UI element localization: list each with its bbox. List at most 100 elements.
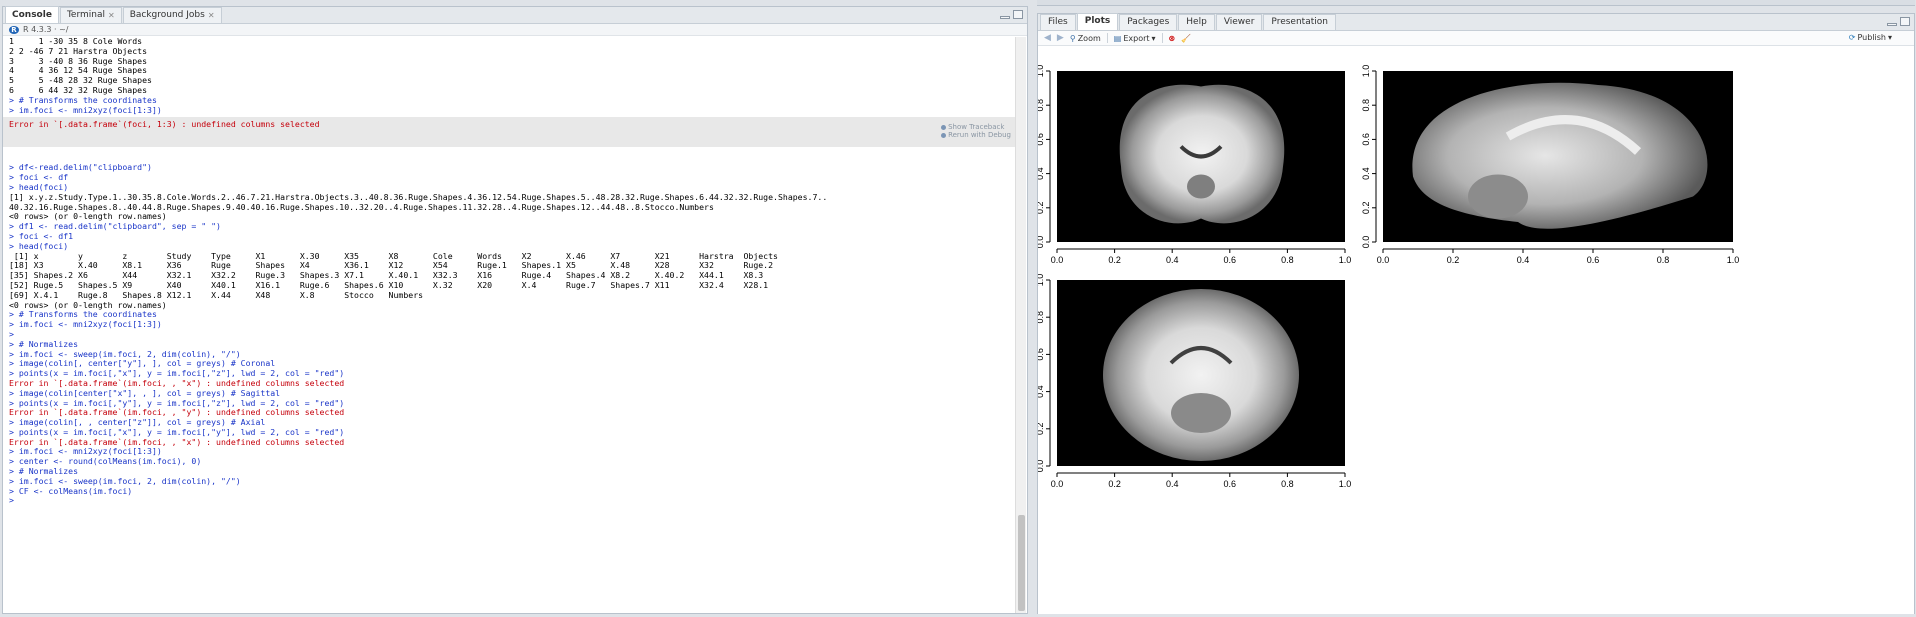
minimize-icon[interactable]: [1000, 16, 1010, 19]
scrollbar-thumb[interactable]: [1018, 515, 1025, 611]
sagittal-y-tick-label: 0.0: [1361, 236, 1371, 249]
coronal-x-tick-label: 0.4: [1166, 255, 1179, 265]
axial-x-tick-label: 0.4: [1166, 479, 1179, 489]
console-lines-top: 1 1 -30 35 8 Cole Words 2 2 -46 7 21 Hars…: [9, 37, 1015, 115]
plots-tabbar: Files Plots Packages Help Viewer Present…: [1038, 13, 1914, 31]
coronal-y-tick-label: 0.2: [1038, 202, 1045, 215]
axial-x-tick-label: 0.6: [1224, 479, 1237, 489]
tab-console[interactable]: Console: [5, 6, 59, 23]
sagittal-y-tick-label: 0.6: [1361, 133, 1371, 146]
axial-x-tick-label: 0.8: [1281, 479, 1294, 489]
maximize-icon[interactable]: [1900, 17, 1910, 26]
rerun-debug-link[interactable]: Rerun with Debug: [941, 131, 1011, 139]
console-output[interactable]: 1 1 -30 35 8 Cole Words 2 2 -46 7 21 Hars…: [3, 37, 1015, 613]
axial-x-tick-label: 0.2: [1108, 479, 1121, 489]
tab-files[interactable]: Files: [1040, 14, 1076, 30]
maximize-icon[interactable]: [1013, 10, 1023, 19]
tab-presentation[interactable]: Presentation: [1263, 14, 1336, 30]
traceback-icon: [941, 124, 947, 130]
plots-toolbar: ◀ ▶ ⚲ Zoom ▤ Export ▾ ⊗ 🧹 ⟳ Publish ▾: [1038, 31, 1914, 46]
console-command-line: > im.foci <- mni2xyz(foci[1:3]): [9, 319, 162, 330]
back-arrow-icon[interactable]: ◀: [1044, 33, 1051, 43]
coronal-x-tick-label: 1.0: [1339, 255, 1352, 265]
cerebellum: [1468, 174, 1528, 219]
coronal-y-tick-label: 0.0: [1038, 236, 1045, 249]
tab-plots[interactable]: Plots: [1076, 13, 1119, 30]
zoom-button[interactable]: ⚲ Zoom: [1070, 34, 1101, 43]
separator: [1106, 33, 1108, 43]
plots-svg: 0.0 0.2 0.4 0.6 0.8 1.0 0.0 0.2 0.4 0.6 0.8 1.0 0.0 0…: [1035, 65, 1739, 489]
publish-label: Publish: [1857, 33, 1886, 42]
console-output-line: <0 rows> (or 0-length row.names): [9, 299, 167, 310]
minimize-icon[interactable]: [1887, 23, 1897, 26]
sagittal-x-tick-label: 0.8: [1657, 255, 1670, 265]
forward-arrow-icon[interactable]: ▶: [1057, 33, 1064, 43]
chevron-down-icon: ▾: [1887, 33, 1892, 42]
export-button[interactable]: ▤ Export ▾: [1114, 34, 1156, 43]
r-version: R 4.3.3 · ~/: [23, 25, 69, 34]
axial-y-tick-label: 0.0: [1038, 460, 1045, 473]
console-command-line: > im.foci <- sweep(im.foci, 2, dim(colin…: [9, 475, 241, 486]
axial-y-tick-label: 1.0: [1038, 274, 1045, 287]
zoom-icon: ⚲: [1069, 33, 1076, 43]
rerun-debug-label: Rerun with Debug: [948, 131, 1011, 140]
console-command-line: >: [9, 328, 14, 339]
traceback-links: Show Traceback Rerun with Debug: [941, 123, 1011, 139]
coronal-y-tick-label: 0.8: [1038, 99, 1045, 112]
sagittal-x-tick-label: 0.2: [1447, 255, 1460, 265]
zoom-label: Zoom: [1077, 33, 1101, 43]
console-output-line: 1 1 -30 35 8 Cole Words: [9, 37, 143, 46]
console-subbar: R R 4.3.3 · ~/: [3, 24, 1027, 36]
coronal-x-tick-label: 0.6: [1224, 255, 1237, 265]
remove-plot-icon[interactable]: ⊗: [1169, 34, 1176, 43]
cerebellum: [1171, 393, 1231, 433]
axial-y-tick-label: 0.4: [1038, 385, 1045, 398]
sagittal-y-tick-label: 1.0: [1361, 65, 1371, 78]
close-icon[interactable]: ✕: [208, 8, 215, 23]
coronal-y-tick-label: 1.0: [1038, 65, 1045, 78]
top-strip: [1037, 0, 1915, 6]
tab-background-jobs[interactable]: Background Jobs ✕: [122, 7, 222, 23]
tab-terminal[interactable]: Terminal ✕: [59, 7, 122, 23]
publish-button[interactable]: ⟳ Publish ▾: [1849, 33, 1892, 42]
sagittal-x-tick-label: 1.0: [1727, 255, 1740, 265]
broom-icon[interactable]: 🧹: [1181, 34, 1191, 43]
console-scrollbar[interactable]: [1015, 37, 1026, 613]
console-command-line: > df<-read.delim("clipboard"): [9, 162, 152, 173]
sagittal-y-tick-label: 0.8: [1361, 99, 1371, 112]
console-output-line: 4 4 36 12 54 Ruge Shapes: [9, 65, 148, 76]
sagittal-panel: 0.0 0.2 0.4 0.6 0.8 1.0 0.0 0.2 0.4 0.6 0.8 1.0: [1361, 65, 1739, 265]
axial-panel: 0.0 0.2 0.4 0.6 0.8 1.0 0.0 0.2 0.4 0.6 0.8 1.0: [1035, 274, 1352, 489]
tab-viewer[interactable]: Viewer: [1215, 14, 1263, 30]
tab-help[interactable]: Help: [1178, 14, 1215, 30]
error-message: Error in `[.data.frame`(foci, 1:3) : und…: [9, 119, 320, 130]
axial-x-tick-label: 0.0: [1051, 479, 1064, 489]
export-label: Export: [1123, 33, 1150, 43]
show-traceback-link[interactable]: Show Traceback: [941, 123, 1011, 131]
console-command-line: > CF <- colMeans(im.foci): [9, 485, 133, 496]
close-icon[interactable]: ✕: [108, 8, 115, 23]
plot-area[interactable]: 0.0 0.2 0.4 0.6 0.8 1.0 0.0 0.2 0.4 0.6 0.8 1.0 0.0 0…: [1035, 48, 1914, 614]
tab-label: Background Jobs: [129, 10, 205, 20]
console-command-line: > center <- round(colMeans(im.foci), 0): [9, 456, 202, 467]
axial-x-tick-label: 1.0: [1339, 479, 1352, 489]
coronal-x-tick-label: 0.2: [1108, 255, 1121, 265]
window-controls: [1000, 10, 1023, 19]
console-command-line: > foci <- df1: [9, 230, 74, 241]
brainstem: [1187, 174, 1215, 199]
console-tabbar: Console Terminal ✕ Background Jobs ✕: [3, 6, 1027, 24]
sagittal-y-tick-label: 0.4: [1361, 167, 1371, 180]
console-output-line: 5 5 -48 28 32 Ruge Shapes: [9, 75, 152, 86]
console-lines-bottom: > df<-read.delim("clipboard") > foci <- d…: [9, 163, 1015, 506]
console-command-line: > foci <- df: [9, 172, 69, 183]
window-controls: [1887, 17, 1910, 26]
r-logo-icon: R: [9, 25, 19, 34]
sagittal-y-tick-label: 0.2: [1361, 202, 1371, 215]
publish-icon: ⟳: [1848, 33, 1856, 42]
coronal-x-tick-label: 0.0: [1051, 255, 1064, 265]
tab-label: Terminal: [66, 10, 105, 20]
plots-pane: Files Plots Packages Help Viewer Present…: [1035, 13, 1915, 614]
coronal-y-tick-label: 0.6: [1038, 133, 1045, 146]
tab-packages[interactable]: Packages: [1119, 14, 1178, 30]
